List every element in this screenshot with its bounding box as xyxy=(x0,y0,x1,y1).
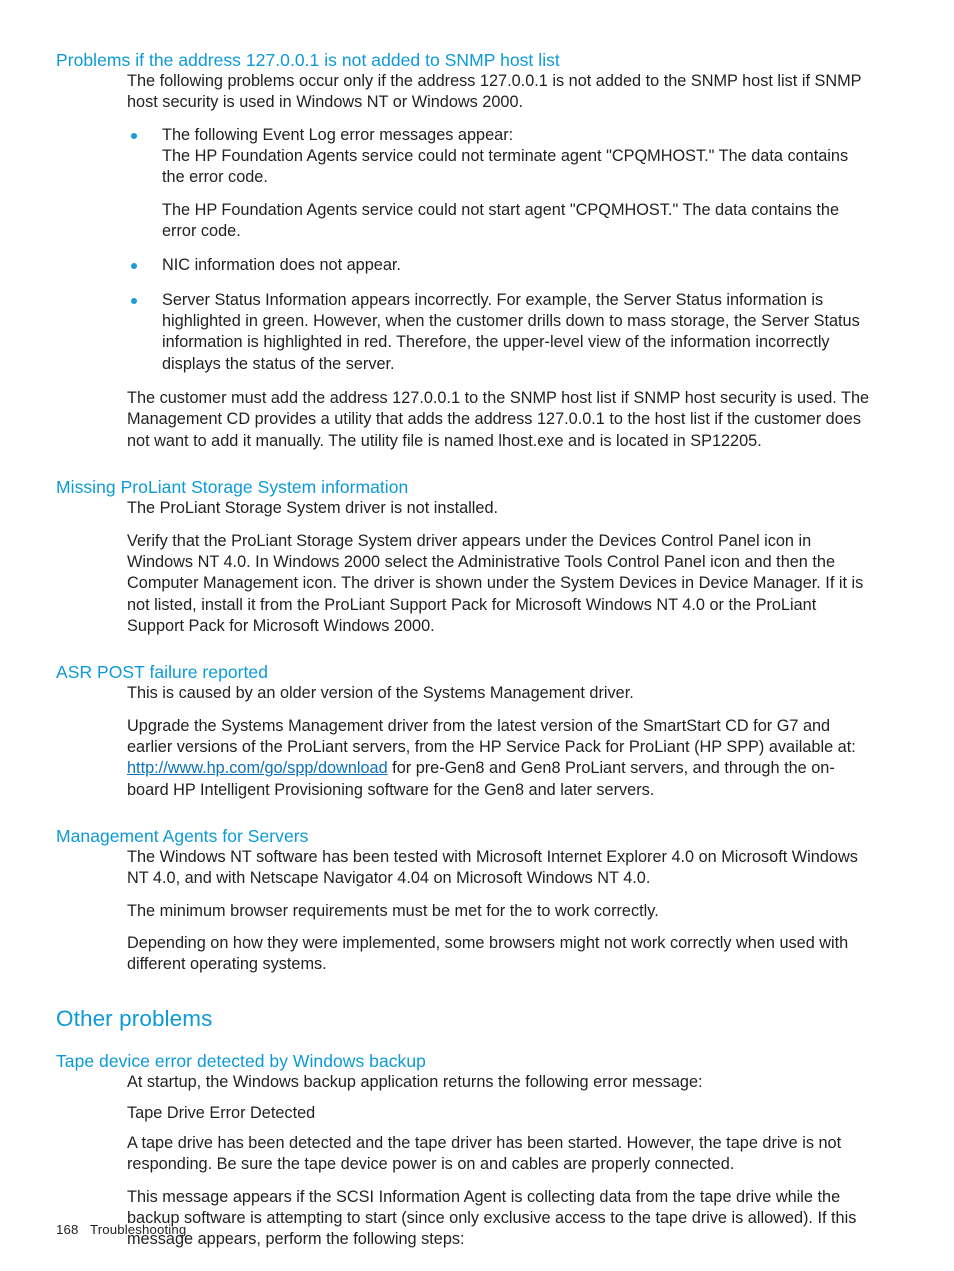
bullet-text: NIC information does not appear. xyxy=(162,256,401,275)
bullet-dot-icon xyxy=(131,263,137,270)
section-body-asr: This is caused by an older version of th… xyxy=(127,683,870,801)
paragraph-nt-software-tested: The Windows NT software has been tested … xyxy=(127,847,858,888)
list-item: Server Status Information appears incorr… xyxy=(131,290,870,375)
paragraph-min-browser-requirements: The minimum browser requirements must be… xyxy=(127,901,659,920)
bullet-subcontent: The HP Foundation Agents service could n… xyxy=(162,146,870,242)
paragraph-asr-upgrade: Upgrade the Systems Management driver fr… xyxy=(127,716,870,801)
spp-download-link[interactable]: http://www.hp.com/go/spp/download xyxy=(127,759,388,777)
heading-missing-proliant-storage: Missing ProLiant Storage System informat… xyxy=(56,477,409,498)
section-asr-post-failure: ASR POST failure reported This is caused… xyxy=(56,662,870,801)
paragraph-event-log-terminate: The HP Foundation Agents service could n… xyxy=(162,147,849,187)
footer-section-title: Troubleshooting xyxy=(90,1222,187,1237)
section-tape-device-error: Tape device error detected by Windows ba… xyxy=(56,1051,870,1250)
paragraph-scsi-information-agent: This message appears if the SCSI Informa… xyxy=(127,1187,857,1249)
section-missing-proliant-storage: Missing ProLiant Storage System informat… xyxy=(56,477,870,637)
document-page: Problems if the address 127.0.0.1 is not… xyxy=(0,0,954,1271)
bullet-text: The following Event Log error messages a… xyxy=(162,125,514,144)
paragraph-asr-cause: This is caused by an older version of th… xyxy=(127,684,634,703)
section-other-problems: Other problems xyxy=(56,1006,870,1033)
paragraph-asr-upgrade-before: Upgrade the Systems Management driver fr… xyxy=(127,716,856,756)
page-footer: 168 Troubleshooting xyxy=(56,1222,876,1237)
paragraph-browser-implementation: Depending on how they were implemented, … xyxy=(127,933,849,974)
heading-tape-device-error: Tape device error detected by Windows ba… xyxy=(56,1051,426,1072)
paragraph-startup-error-message: At startup, the Windows backup applicati… xyxy=(127,1073,703,1092)
paragraph-tape-drive-error-detected: Tape Drive Error Detected xyxy=(127,1103,316,1122)
heading-other-problems: Other problems xyxy=(56,1005,213,1031)
list-item: NIC information does not appear. xyxy=(131,255,870,276)
section-body-management-agents: The Windows NT software has been tested … xyxy=(127,847,870,976)
footer-page-number: 168 xyxy=(56,1222,79,1237)
heading-snmp-host-list: Problems if the address 127.0.0.1 is not… xyxy=(56,50,560,70)
paragraph-driver-not-installed: The ProLiant Storage System driver is no… xyxy=(127,499,499,518)
section-snmp-host-list: Problems if the address 127.0.0.1 is not… xyxy=(56,50,870,452)
bullet-dot-icon xyxy=(131,132,137,139)
section-management-agents-for-servers: Management Agents for Servers The Window… xyxy=(56,826,870,976)
page-content: Problems if the address 127.0.0.1 is not… xyxy=(56,50,870,1251)
paragraph-snmp-intro: The following problems occur only if the… xyxy=(127,72,862,112)
paragraph-snmp-closing: The customer must add the address 127.0.… xyxy=(127,389,870,450)
bullet-list-snmp-problems: The following Event Log error messages a… xyxy=(127,125,870,375)
bullet-text: Server Status Information appears incorr… xyxy=(162,290,860,373)
section-body-snmp: The following problems occur only if the… xyxy=(127,71,870,452)
paragraph-tape-drive-not-responding: A tape drive has been detected and the t… xyxy=(127,1133,842,1174)
paragraph-event-log-start: The HP Foundation Agents service could n… xyxy=(162,200,840,241)
paragraph-verify-driver: Verify that the ProLiant Storage System … xyxy=(127,531,864,635)
list-item: The following Event Log error messages a… xyxy=(131,125,870,243)
heading-management-agents-for-servers: Management Agents for Servers xyxy=(56,825,309,846)
heading-asr-post-failure: ASR POST failure reported xyxy=(56,662,268,683)
section-body-proliant: The ProLiant Storage System driver is no… xyxy=(127,498,870,637)
bullet-dot-icon xyxy=(131,297,137,304)
